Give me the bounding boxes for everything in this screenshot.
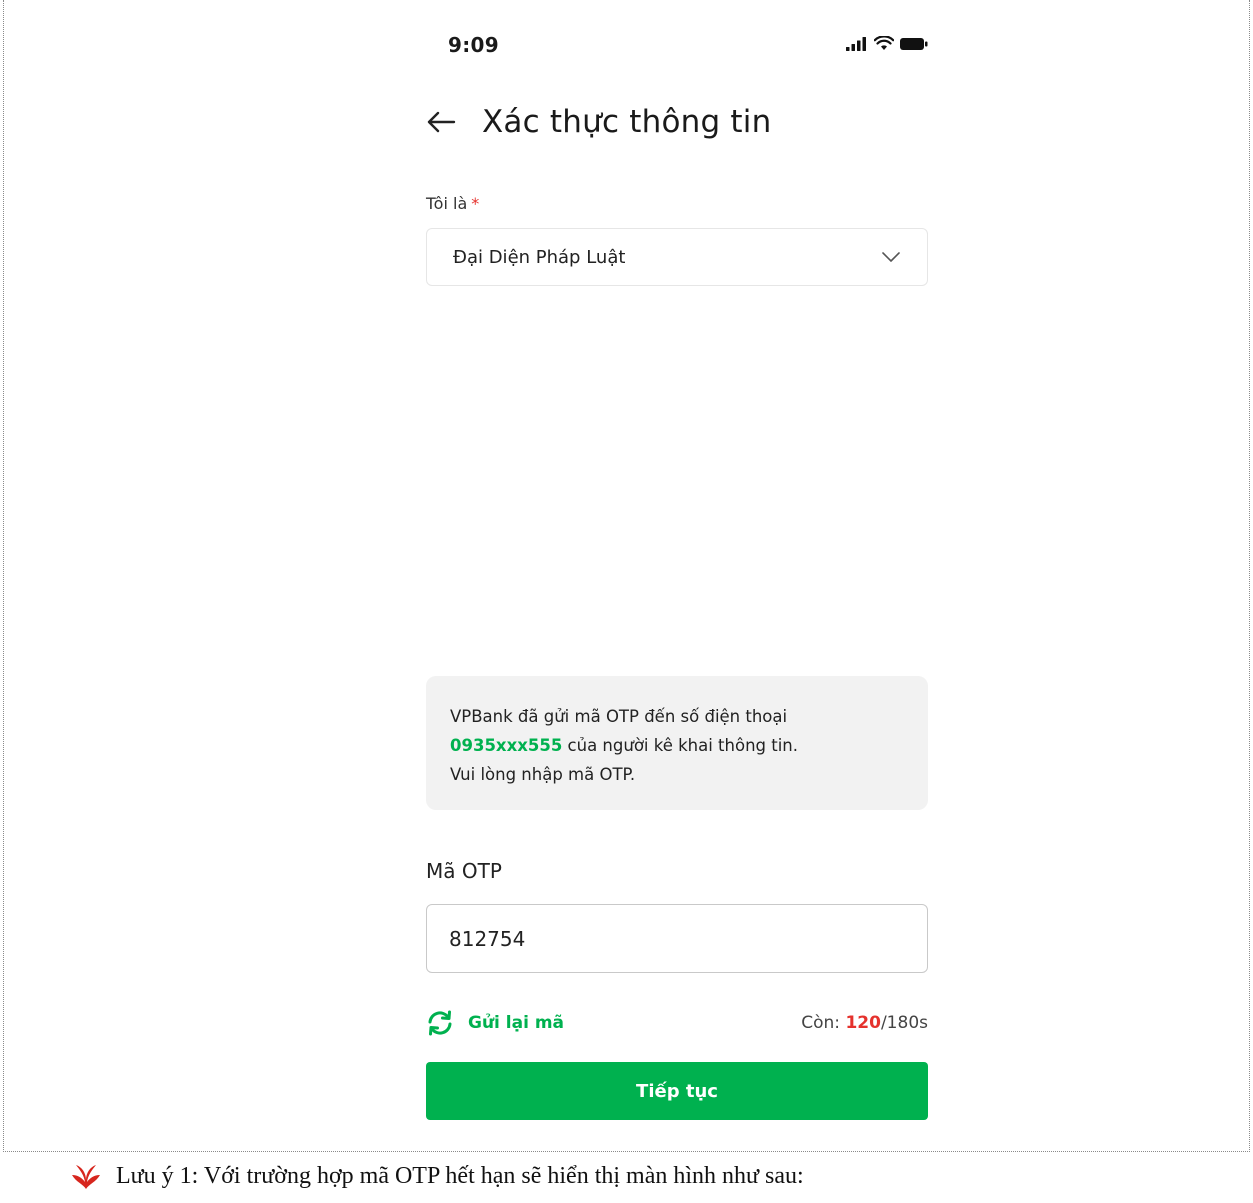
note-text: Lưu ý 1: Với trường hợp mã OTP hết hạn s… xyxy=(116,1162,804,1189)
role-select-value: Đại Diện Pháp Luật xyxy=(453,246,626,268)
status-bar-time: 9:09 xyxy=(448,33,499,57)
status-bar-icons xyxy=(846,36,928,51)
role-label-text: Tôi là xyxy=(426,194,468,213)
otp-countdown: Còn: 120/180s xyxy=(801,1013,928,1033)
role-field-label: Tôi là * xyxy=(426,194,479,213)
refresh-icon xyxy=(428,1010,452,1036)
back-button[interactable] xyxy=(426,105,460,139)
otp-field-label: Mã OTP xyxy=(426,859,502,883)
role-select[interactable]: Đại Diện Pháp Luật xyxy=(426,228,928,286)
notice-text-after: của người kê khai thông tin. xyxy=(562,736,799,755)
signal-icon xyxy=(846,36,866,51)
page-title: Xác thực thông tin xyxy=(482,104,772,140)
otp-input[interactable]: 812754 xyxy=(426,904,928,973)
arrow-left-icon xyxy=(427,111,456,133)
required-mark: * xyxy=(471,194,480,213)
timer-prefix: Còn: xyxy=(801,1013,846,1033)
red-leaf-bullet-icon xyxy=(72,1165,100,1189)
resend-label: Gửi lại mã xyxy=(468,1013,565,1033)
continue-button[interactable]: Tiếp tục xyxy=(426,1062,928,1120)
timer-remaining: 120 xyxy=(845,1013,881,1033)
resend-row: Gửi lại mã Còn: 120/180s xyxy=(426,1006,928,1040)
masked-phone-number: 0935xxx555 xyxy=(450,736,563,755)
chevron-down-icon xyxy=(882,252,900,262)
mobile-screen: 9:09 Xác thực thông tin Tôi là * Đại Diệ… xyxy=(426,0,928,1152)
battery-icon xyxy=(900,37,928,50)
header: Xác thực thông tin xyxy=(426,104,771,140)
timer-total: /180s xyxy=(880,1013,928,1033)
document-note: Lưu ý 1: Với trường hợp mã OTP hết hạn s… xyxy=(70,1162,804,1190)
wifi-icon xyxy=(874,36,894,50)
notice-line-1: VPBank đã gửi mã OTP đến số điện thoại xyxy=(450,707,788,726)
notice-instruction: Vui lòng nhập mã OTP. xyxy=(450,765,636,784)
notice-line-2: 0935xxx555 của người kê khai thông tin. xyxy=(450,731,906,760)
resend-code-button[interactable]: Gửi lại mã xyxy=(426,1010,564,1036)
otp-sent-notice: VPBank đã gửi mã OTP đến số điện thoại 0… xyxy=(426,676,928,810)
